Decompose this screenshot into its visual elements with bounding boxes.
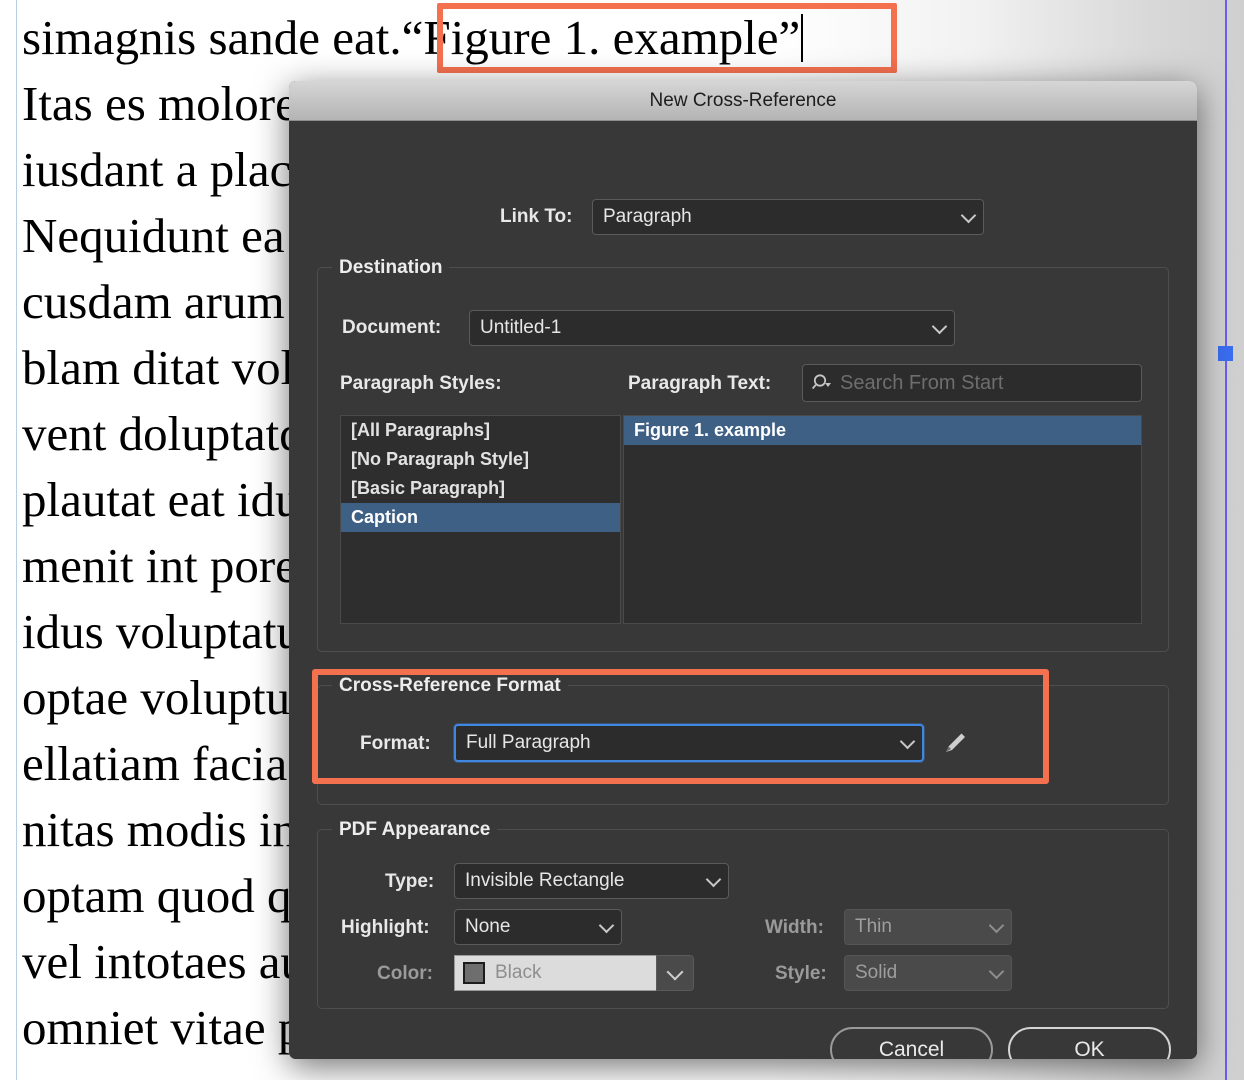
document-line-prefix: simagnis sande eat.: [22, 10, 402, 65]
list-item[interactable]: [Basic Paragraph]: [341, 474, 620, 503]
chevron-down-icon: [899, 733, 916, 750]
type-label: Type:: [385, 871, 435, 892]
ok-button[interactable]: OK: [1008, 1027, 1171, 1059]
text-frame-edge-right[interactable]: [1225, 0, 1227, 1080]
type-select[interactable]: Invisible Rectangle: [454, 863, 729, 899]
list-item[interactable]: [All Paragraphs]: [341, 416, 620, 445]
width-select[interactable]: Thin: [844, 909, 1012, 945]
width-value: Thin: [855, 916, 892, 937]
chevron-down-icon: [598, 917, 615, 934]
dialog-titlebar: New Cross-Reference: [289, 81, 1197, 121]
paragraph-styles-listbox[interactable]: [All Paragraphs] [No Paragraph Style] [B…: [340, 415, 621, 624]
color-value: Black: [495, 962, 542, 983]
color-label: Color:: [377, 963, 433, 984]
chevron-down-icon: [705, 871, 722, 888]
destination-group-title: Destination: [332, 257, 450, 279]
format-select[interactable]: Full Paragraph: [454, 724, 924, 762]
style-select[interactable]: Solid: [844, 955, 1012, 991]
paragraph-text-listbox[interactable]: Figure 1. example: [623, 415, 1142, 624]
highlight-value: None: [465, 916, 511, 937]
new-cross-reference-dialog: New Cross-Reference Link To: Paragraph D…: [289, 81, 1197, 1059]
document-label: Document:: [342, 317, 442, 338]
style-label: Style:: [775, 963, 827, 984]
pdf-appearance-group-title: PDF Appearance: [332, 819, 498, 841]
search-icon: [811, 374, 831, 390]
cross-reference-format-group-title: Cross-Reference Format: [332, 675, 568, 697]
search-placeholder: Search From Start: [840, 371, 1004, 394]
list-item[interactable]: [No Paragraph Style]: [341, 445, 620, 474]
paragraph-text-label: Paragraph Text:: [628, 373, 772, 394]
dialog-body: Link To: Paragraph Destination Document:…: [289, 121, 1197, 1059]
document-select[interactable]: Untitled-1: [469, 310, 955, 346]
list-item-selected[interactable]: Caption: [341, 503, 620, 532]
color-swatch: [463, 962, 485, 984]
format-label: Format:: [360, 733, 431, 754]
chevron-down-icon[interactable]: [656, 955, 694, 991]
link-to-select[interactable]: Paragraph: [592, 199, 984, 235]
paragraph-styles-label: Paragraph Styles:: [340, 373, 502, 394]
link-to-value: Paragraph: [603, 206, 692, 227]
link-to-label: Link To:: [500, 206, 573, 227]
pencil-icon[interactable]: [939, 727, 971, 759]
chevron-down-icon: [988, 917, 1005, 934]
caption-cross-reference-text[interactable]: “Figure 1. example”: [402, 10, 801, 65]
type-value: Invisible Rectangle: [465, 870, 625, 891]
format-value: Full Paragraph: [466, 732, 591, 753]
margin-guide-left: [16, 0, 17, 1080]
width-label: Width:: [765, 917, 824, 938]
chevron-down-icon: [931, 318, 948, 335]
chevron-down-icon: [988, 963, 1005, 980]
pdf-appearance-group: PDF Appearance: [317, 819, 1169, 1009]
style-value: Solid: [855, 962, 898, 983]
document-value: Untitled-1: [480, 317, 562, 338]
dialog-title: New Cross-Reference: [649, 89, 837, 111]
cancel-button[interactable]: Cancel: [830, 1027, 993, 1059]
color-select[interactable]: Black: [454, 955, 694, 991]
chevron-down-icon: [960, 207, 977, 224]
color-field-main[interactable]: Black: [454, 955, 656, 991]
paragraph-text-search-input[interactable]: Search From Start: [802, 364, 1142, 402]
text-cursor: [801, 14, 804, 62]
highlight-select[interactable]: None: [454, 909, 622, 945]
document-line: simagnis sande eat.“Figure 1. example”: [22, 0, 1222, 71]
list-item-selected[interactable]: Figure 1. example: [624, 416, 1141, 445]
highlight-label: Highlight:: [341, 917, 430, 938]
